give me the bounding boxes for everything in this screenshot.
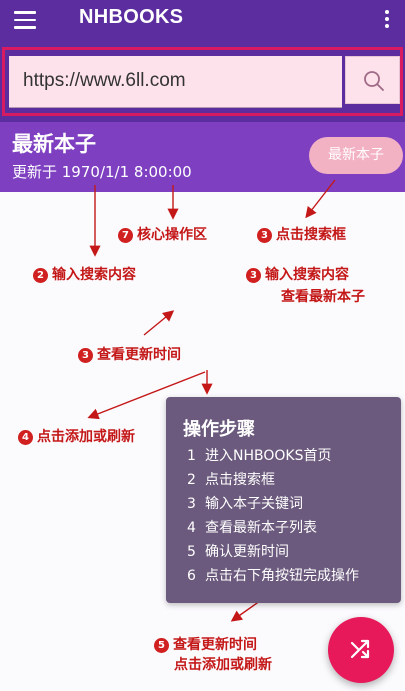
annotation-add-refresh: 4 点击添加或刷新 [18, 426, 135, 446]
step-item: 3 输入本子关键词 [187, 496, 303, 512]
steps-list: 1 进入NHBOOKS首页 2 点击搜索框 3 输入本子关键词 4 查看最新本子列表 5… [187, 444, 359, 588]
annotation-click-search: 3 点击搜索框 [257, 224, 346, 244]
shuffle-fab-button[interactable] [328, 617, 394, 683]
annotation-bottom-line2: 点击添加或刷新 [174, 657, 272, 673]
step-item: 5 确认更新时间 [187, 544, 289, 560]
step-item: 1 进入NHBOOKS首页 [187, 448, 332, 464]
annotation-view-time: 3 查看更新时间 [78, 344, 181, 364]
annotation-input-latest-line2: 查看最新本子 [281, 289, 365, 305]
arrow-view-time [143, 310, 175, 336]
annotation-input-latest: 3 输入搜索内容 [246, 264, 349, 284]
arrow-click-search [305, 179, 336, 219]
steps-panel: 操作步骤 1 进入NHBOOKS首页 2 点击搜索框 3 输入本子关键词 4 查看最新本… [166, 397, 401, 603]
annotation-bottom: 5 查看更新时间 [154, 634, 257, 654]
annotation-core-area: 7 核心操作区 [118, 224, 207, 244]
step-item: 6 点击右下角按钮完成操作 [187, 568, 359, 584]
step-item: 2 点击搜索框 [187, 472, 275, 488]
annotation-input-content: 2 输入搜索内容 [33, 264, 136, 284]
steps-title: 操作步骤 [183, 419, 255, 440]
step-item: 4 查看最新本子列表 [187, 520, 317, 536]
shuffle-icon [350, 639, 370, 659]
